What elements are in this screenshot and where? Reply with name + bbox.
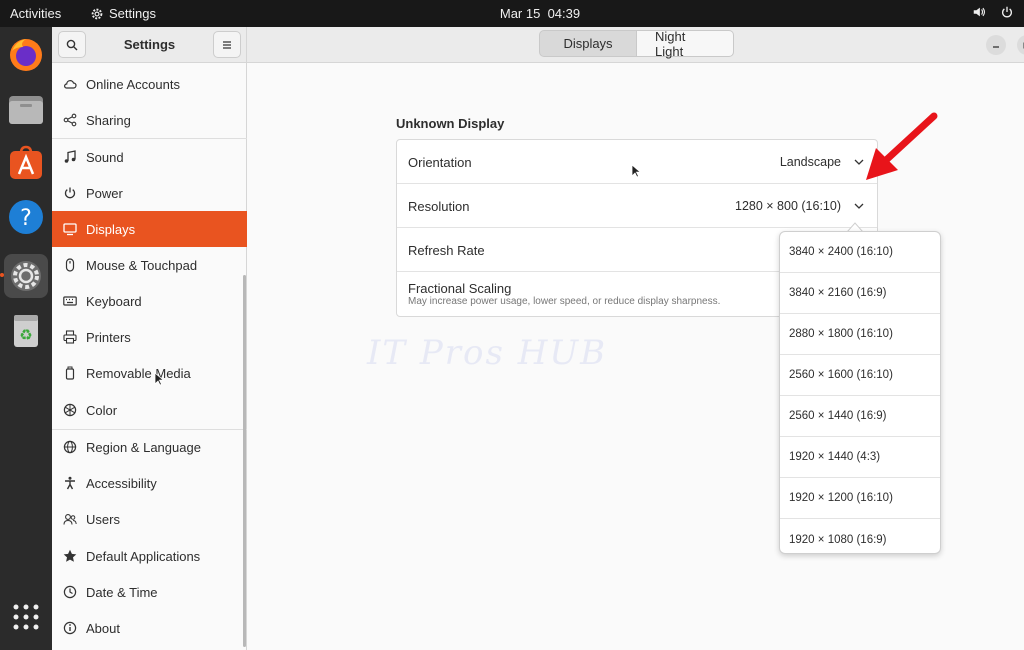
time: 04:39 [547, 6, 581, 21]
users-icon [63, 514, 77, 525]
sidebar-item-label: Removable Media [86, 365, 191, 381]
sidebar-header: Settings [52, 27, 247, 63]
resolution-dropdown: 3840 × 2400 (16:10) 3840 × 2160 (16:9) 2… [779, 231, 941, 554]
sidebar-item-printers[interactable]: Printers [52, 319, 247, 355]
settings-icon[interactable] [4, 254, 48, 298]
sidebar-item-displays[interactable]: Displays [52, 211, 247, 247]
sidebar-item-label: Accessibility [86, 475, 157, 491]
display-icon [63, 223, 77, 236]
sidebar-item-label: Online Accounts [86, 76, 180, 92]
fractional-scaling-description: May increase power usage, lower speed, o… [408, 296, 721, 307]
sidebar-item-label: Sharing [86, 112, 131, 128]
sidebar-item-about[interactable]: About [52, 610, 247, 646]
sidebar-item-label: Users [86, 511, 120, 527]
chevron-down-icon [854, 203, 864, 209]
printer-icon [63, 330, 77, 344]
sidebar-item-label: Mouse & Touchpad [86, 257, 198, 273]
top-bar: Activities Settings Mar 15 04:39 [0, 0, 1024, 27]
resolution-value: 1280 × 800 (16:10) [735, 199, 841, 213]
sidebar-item-removable-media[interactable]: Removable Media [52, 355, 247, 391]
clock-icon [63, 585, 77, 599]
sidebar-item-default-applications[interactable]: Default Applications [52, 538, 247, 574]
sidebar-item-label: Sound [86, 149, 124, 165]
globe-icon [63, 440, 77, 454]
date: Mar 15 [499, 6, 541, 21]
header-bar: Displays Night Light [247, 27, 1024, 63]
refresh-rate-label: Refresh Rate [408, 243, 485, 258]
show-apps-icon[interactable] [4, 595, 48, 639]
resolution-option[interactable]: 2560 × 1440 (16:9) [780, 396, 940, 437]
tab-night-light[interactable]: Night Light [637, 29, 734, 59]
sidebar-item-users[interactable]: Users [52, 501, 247, 537]
share-icon [63, 113, 77, 127]
clock[interactable]: Mar 15 04:39 [0, 6, 1024, 21]
cloud-icon [64, 80, 77, 89]
trash-icon[interactable]: ♻ [4, 309, 48, 353]
watermark: IT Pros HUB [367, 333, 608, 373]
resolution-label: Resolution [408, 199, 470, 214]
sidebar-scrollbar[interactable] [243, 275, 246, 647]
color-icon [63, 403, 77, 417]
help-icon[interactable]: ? [4, 195, 48, 239]
files-icon[interactable] [4, 87, 48, 131]
resolution-option[interactable]: 2560 × 1600 (16:10) [780, 355, 940, 396]
removable-media-icon [65, 366, 75, 380]
red-annotation-arrow [866, 112, 938, 180]
tab-displays[interactable]: Displays [539, 30, 637, 57]
display-name: Unknown Display [396, 116, 505, 131]
sidebar-item-accessibility[interactable]: Accessibility [52, 465, 247, 501]
maximize-button[interactable] [1017, 35, 1024, 55]
system-tray[interactable] [972, 5, 1014, 19]
svg-text:♻: ♻ [19, 326, 32, 344]
power-icon [64, 187, 76, 199]
resolution-option[interactable]: 3840 × 2160 (16:9) [780, 273, 940, 314]
volume-icon [973, 7, 986, 17]
sidebar-item-label: Default Applications [86, 548, 201, 564]
sidebar-item-region-language[interactable]: Region & Language [52, 429, 247, 465]
app-center-icon[interactable] [4, 141, 48, 185]
sidebar-item-label: Printers [86, 329, 131, 345]
minimize-icon [993, 46, 999, 48]
resolution-option[interactable]: 1920 × 1200 (16:10) [780, 478, 940, 519]
hamburger-icon [223, 40, 231, 49]
mouse-cursor-icon [154, 372, 164, 386]
minimize-button[interactable] [986, 35, 1006, 55]
music-note-icon [64, 150, 76, 163]
mouse-icon [65, 258, 75, 272]
info-icon [63, 621, 77, 635]
sidebar-item-label: Color [86, 402, 118, 418]
sidebar: Online Accounts Sharing Sound Power Disp… [52, 63, 247, 650]
sidebar-item-color[interactable]: Color [52, 392, 247, 428]
fractional-scaling-label: Fractional Scaling [408, 281, 512, 296]
sidebar-item-sharing[interactable]: Sharing [52, 102, 247, 138]
sidebar-item-mouse-touchpad[interactable]: Mouse & Touchpad [52, 247, 247, 283]
sidebar-item-label: Displays [86, 221, 136, 237]
keyboard-icon [63, 296, 77, 306]
accessibility-icon [65, 476, 75, 490]
resolution-row[interactable]: Resolution 1280 × 800 (16:10) [397, 184, 877, 228]
sidebar-item-label: Region & Language [86, 439, 201, 455]
sidebar-item-label: Keyboard [86, 293, 142, 309]
power-icon [1002, 6, 1012, 18]
resolution-option[interactable]: 3840 × 2400 (16:10) [780, 232, 940, 273]
star-icon [63, 549, 77, 562]
orientation-label: Orientation [408, 155, 472, 170]
mouse-cursor-icon [631, 164, 641, 178]
menu-button[interactable] [213, 31, 241, 58]
sidebar-item-label: Power [86, 185, 123, 201]
sidebar-item-sound[interactable]: Sound [52, 139, 247, 175]
sidebar-item-label: About [86, 620, 120, 636]
sidebar-item-label: Date & Time [86, 584, 158, 600]
dock: ? ♻ [0, 27, 52, 650]
firefox-icon[interactable] [4, 33, 48, 77]
resolution-option[interactable]: 2880 × 1800 (16:10) [780, 314, 940, 355]
sidebar-item-online-accounts[interactable]: Online Accounts [52, 66, 247, 102]
view-switcher: Displays Night Light [539, 29, 734, 59]
resolution-option[interactable]: 1920 × 1080 (16:9) [780, 519, 940, 553]
resolution-option[interactable]: 1920 × 1440 (4:3) [780, 437, 940, 478]
sidebar-item-power[interactable]: Power [52, 175, 247, 211]
sidebar-item-date-time[interactable]: Date & Time [52, 574, 247, 610]
sidebar-item-keyboard[interactable]: Keyboard [52, 283, 247, 319]
svg-text:?: ? [20, 206, 32, 231]
